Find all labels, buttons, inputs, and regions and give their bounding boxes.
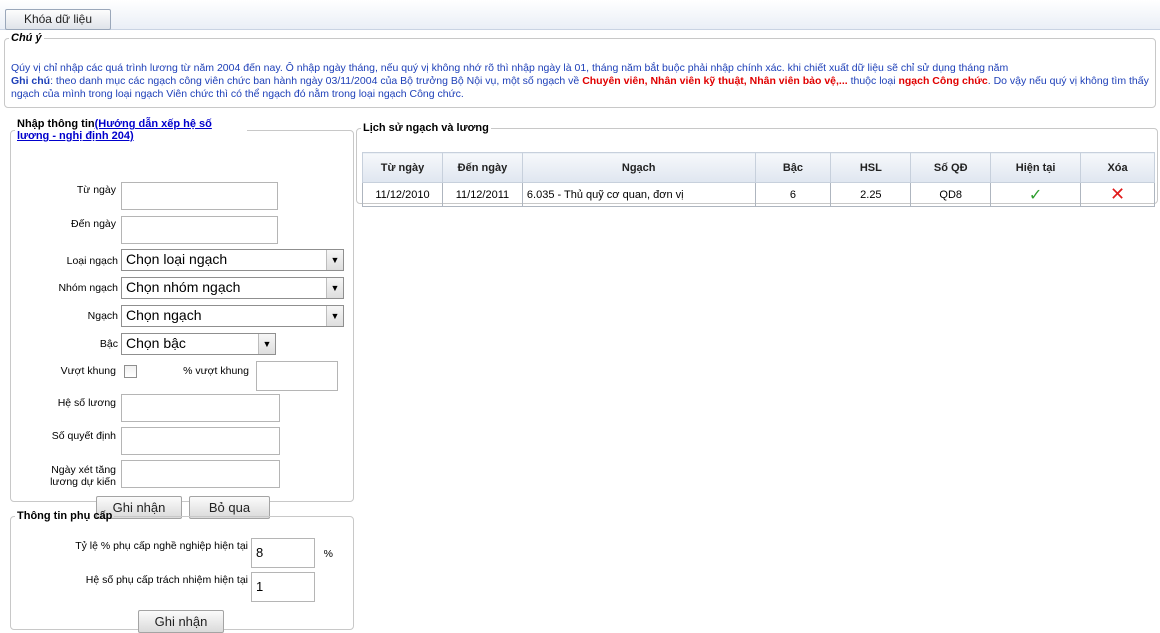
- note-line-2a: : theo danh mục các ngạch công viên chức…: [50, 75, 583, 87]
- note-line-2: Ghi chú: theo danh mục các ngạch công vi…: [11, 75, 1151, 101]
- allowance-save-button[interactable]: Ghi nhận: [138, 610, 224, 633]
- note-red-ranks: Chuyên viên, Nhân viên kỹ thuật, Nhân vi…: [582, 75, 848, 87]
- responsibility-coef-input[interactable]: 1: [251, 572, 315, 602]
- cell-from-date: 11/12/2010: [362, 182, 443, 207]
- allowance-pct-unit: %: [323, 548, 333, 560]
- decision-no-input[interactable]: [121, 427, 280, 455]
- step-select[interactable]: Chọn bậc ▼: [121, 333, 276, 355]
- col-rank: Ngạch: [521, 152, 756, 183]
- cell-rank: 6.035 - Thủ quỹ cơ quan, đơn vị: [521, 182, 756, 207]
- chevron-down-icon: ▼: [326, 250, 343, 270]
- history-title: Lịch sử ngạch và lương: [363, 122, 489, 134]
- top-toolbar: [0, 0, 1160, 30]
- cell-delete: ✕: [1080, 182, 1155, 207]
- from-date-input[interactable]: [121, 182, 278, 210]
- step-label: Bậc: [99, 338, 118, 350]
- history-panel: Lịch sử ngạch và lương Từ ngày Đến ngày …: [356, 122, 1158, 207]
- allowance-panel: Thông tin phụ cấp Tỷ lệ % phụ cấp nghề n…: [10, 510, 354, 633]
- cell-step: 6: [754, 182, 832, 207]
- over-frame-checkbox[interactable]: [124, 365, 137, 378]
- cell-current: ✓: [990, 182, 1082, 207]
- rank-group-select[interactable]: Chọn nhóm ngạch ▼: [121, 277, 344, 299]
- lock-data-button[interactable]: Khóa dữ liệu: [5, 9, 111, 30]
- responsibility-coef-label: Hệ số phụ cấp trách nhiệm hiện tại: [85, 574, 248, 586]
- col-decision: Số QĐ: [910, 152, 992, 183]
- cell-decision: QD8: [910, 182, 992, 207]
- rank-group-label: Nhóm ngạch: [58, 282, 118, 294]
- note-ghi-chu-label: Ghi chú: [11, 75, 51, 87]
- input-form-panel: Nhập thông tin(Hướng dẫn xếp hệ số lương…: [10, 118, 354, 519]
- col-to-date: Đến ngày: [441, 152, 523, 183]
- chevron-down-icon: ▼: [326, 306, 343, 326]
- allowance-pct-label: Tỷ lệ % phụ cấp nghề nghiệp hiện tại: [75, 540, 248, 552]
- note-title: Chú ý: [11, 32, 42, 44]
- note-text: Qúy vị chỉ nhập các quá trình lương từ n…: [11, 62, 1151, 101]
- note-panel: Chú ý Qúy vị chỉ nhập các quá trình lươn…: [4, 32, 1156, 108]
- toolbar-divider: [0, 29, 1160, 30]
- allowance-title: Thông tin phụ cấp: [17, 510, 113, 522]
- rank-type-label: Loại ngạch: [66, 255, 118, 267]
- rank-label: Ngạch: [87, 310, 118, 322]
- expected-raise-label: Ngày xét tăng lương dự kiến: [50, 464, 116, 488]
- over-frame-pct-input[interactable]: [256, 361, 338, 391]
- over-frame-pct-label: % vượt khung: [183, 365, 249, 377]
- to-date-input[interactable]: [121, 216, 278, 244]
- col-step: Bậc: [754, 152, 832, 183]
- input-form-title: Nhập thông tin: [17, 118, 95, 130]
- col-hsl: HSL: [830, 152, 912, 183]
- decision-no-label: Số quyết định: [51, 430, 116, 442]
- to-date-label: Đến ngày: [71, 218, 116, 230]
- rank-type-select[interactable]: Chọn loại ngạch ▼: [121, 249, 344, 271]
- rank-select[interactable]: Chọn ngạch ▼: [121, 305, 344, 327]
- over-frame-label: Vượt khung: [60, 365, 116, 377]
- cell-to-date: 11/12/2011: [441, 182, 523, 207]
- note-line-2b: thuộc loại: [847, 75, 899, 87]
- col-delete: Xóa: [1080, 152, 1155, 183]
- salary-coef-input[interactable]: [121, 394, 280, 422]
- chevron-down-icon: ▼: [326, 278, 343, 298]
- step-value: Chọn bậc: [126, 335, 186, 351]
- note-line-1: Qúy vị chỉ nhập các quá trình lương từ n…: [11, 62, 1009, 74]
- input-form-legend: Nhập thông tin(Hướng dẫn xếp hệ số lương…: [15, 118, 247, 142]
- rank-type-value: Chọn loại ngạch: [126, 251, 228, 267]
- col-current: Hiện tại: [990, 152, 1082, 183]
- rank-value: Chọn ngạch: [126, 307, 202, 323]
- note-red-civil: ngạch Công chức: [898, 75, 988, 87]
- expected-raise-input[interactable]: [121, 460, 280, 488]
- from-date-label: Từ ngày: [76, 184, 116, 196]
- chevron-down-icon: ▼: [258, 334, 275, 354]
- check-icon: ✓: [1028, 186, 1043, 204]
- history-header-row: Từ ngày Đến ngày Ngạch Bậc HSL Số QĐ Hiệ…: [362, 152, 1155, 183]
- allowance-pct-input[interactable]: 8: [251, 538, 315, 568]
- x-icon[interactable]: ✕: [1110, 184, 1125, 204]
- table-row: 11/12/2010 11/12/2011 6.035 - Thủ quỹ cơ…: [362, 182, 1155, 207]
- col-from-date: Từ ngày: [362, 152, 443, 183]
- cell-hsl: 2.25: [830, 182, 912, 207]
- salary-coef-label: Hệ số lương: [57, 397, 116, 409]
- history-table: Từ ngày Đến ngày Ngạch Bậc HSL Số QĐ Hiệ…: [362, 152, 1155, 207]
- rank-group-value: Chọn nhóm ngạch: [126, 279, 241, 295]
